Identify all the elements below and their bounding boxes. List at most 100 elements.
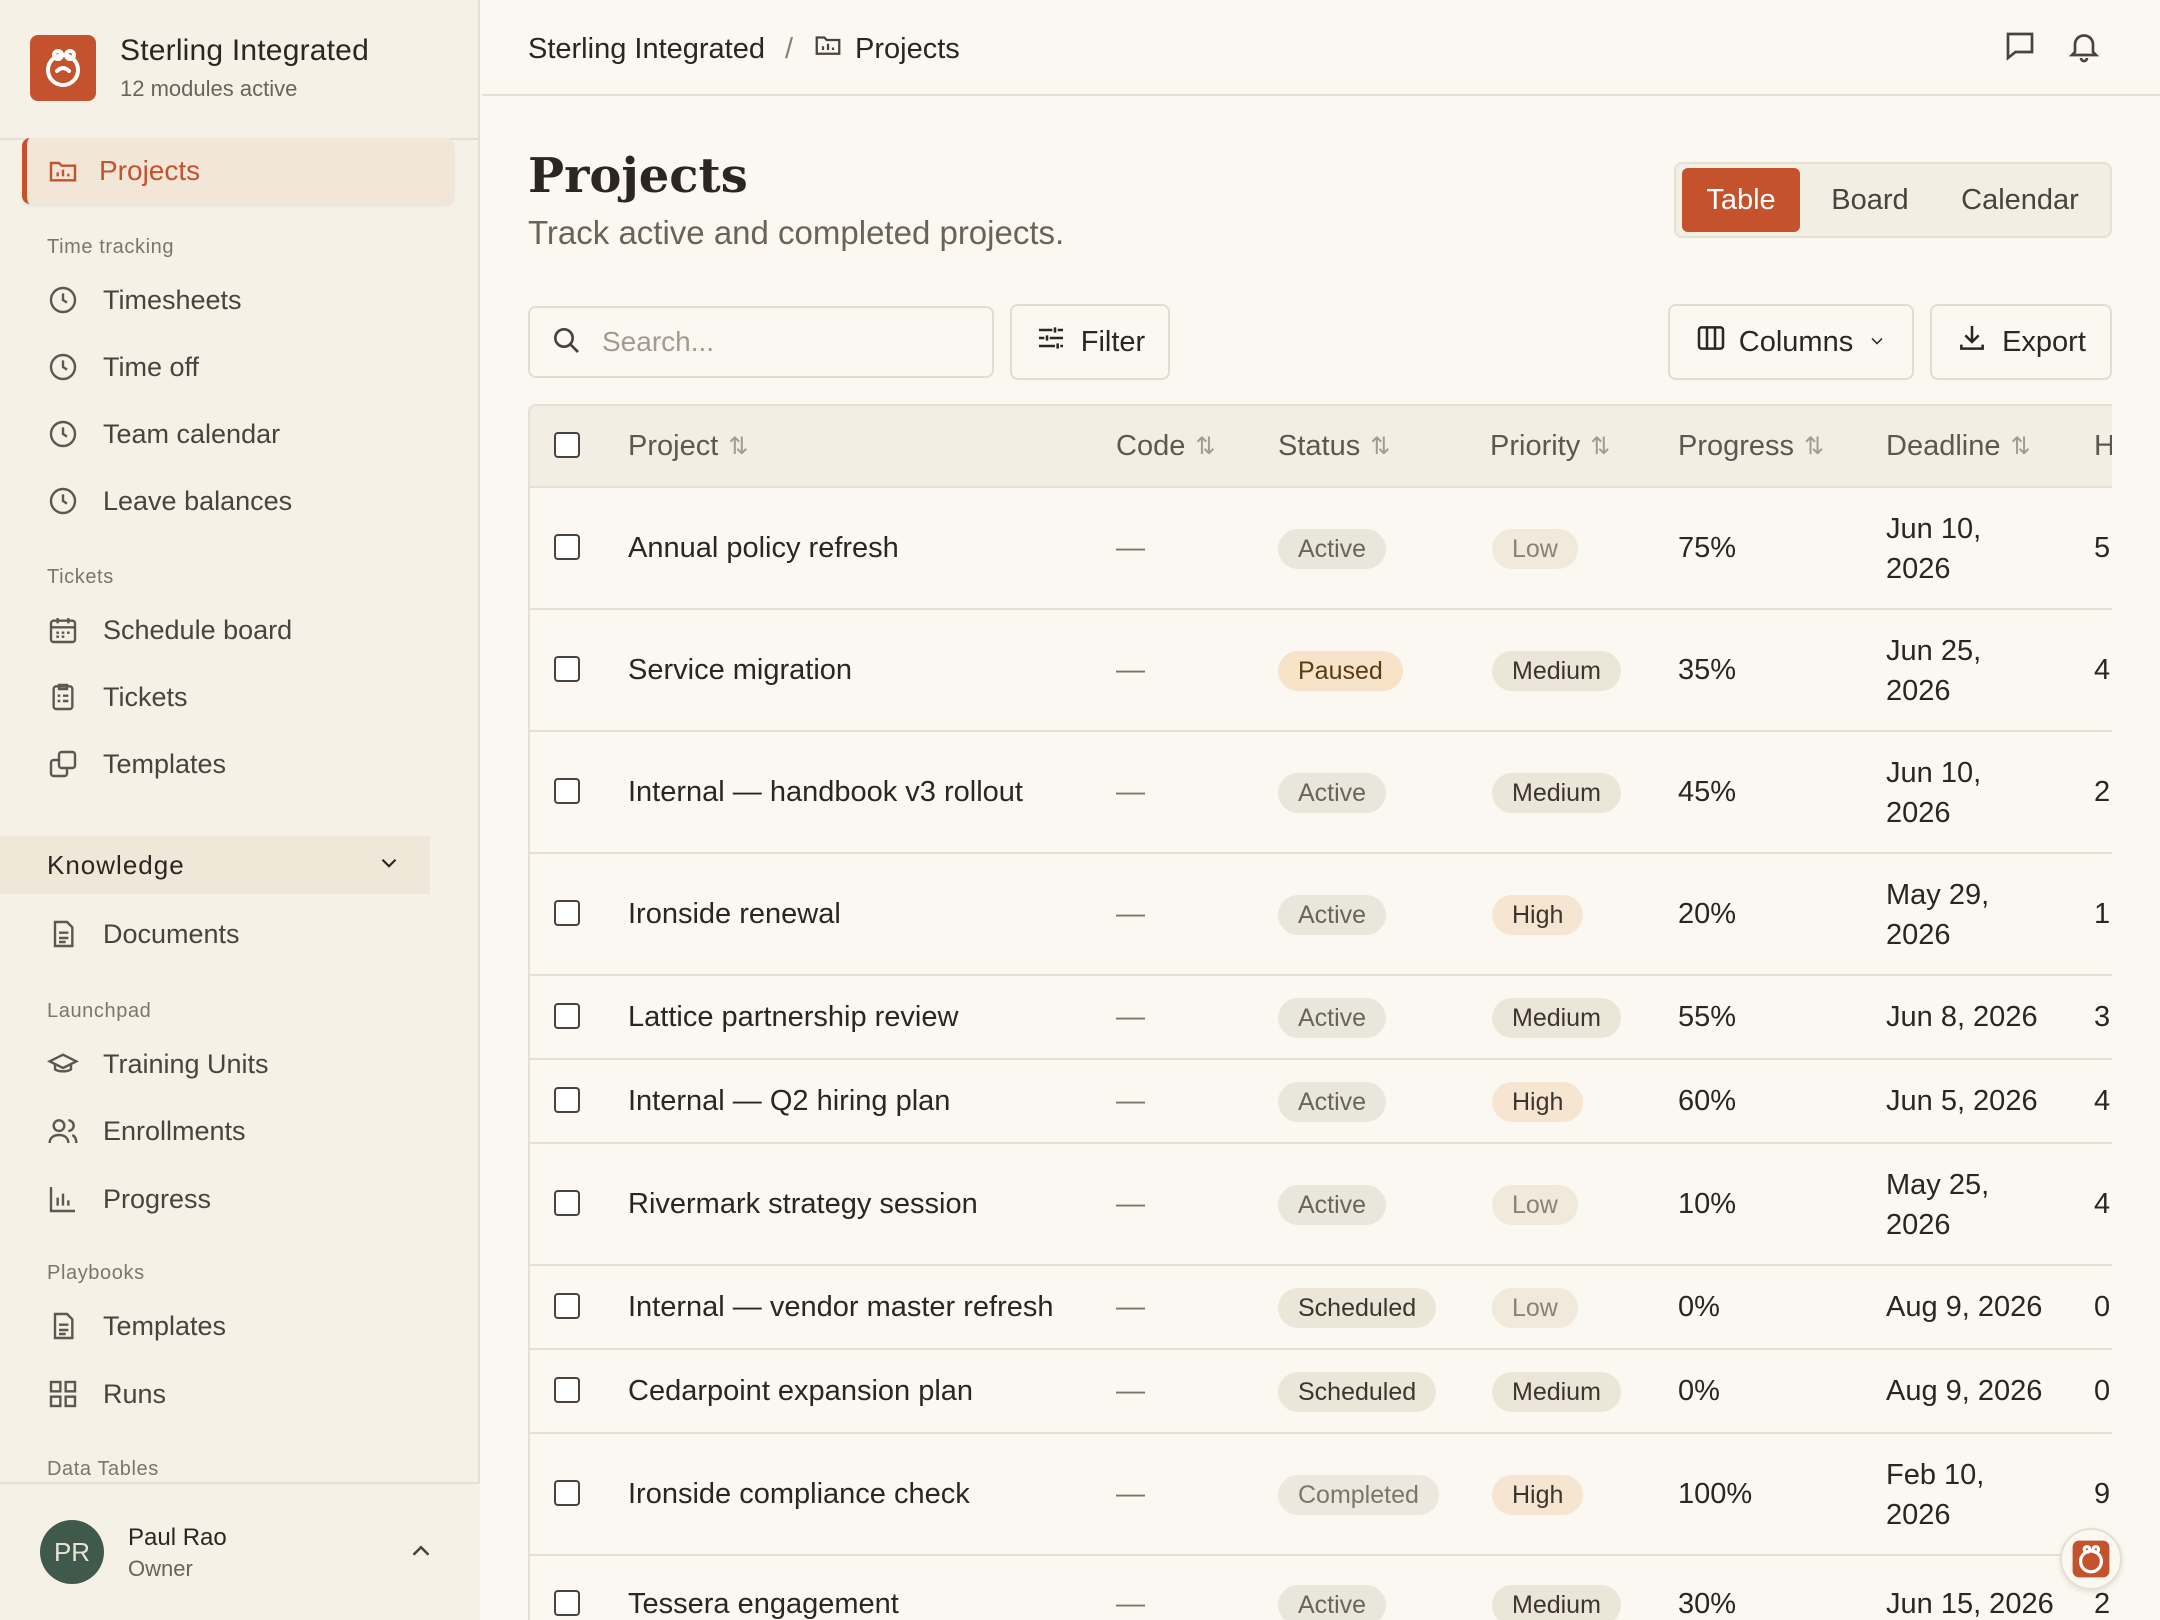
sidebar-item-time-off[interactable]: Time off bbox=[47, 347, 199, 387]
h-value: 9 bbox=[2094, 1478, 2111, 1510]
table-row[interactable]: Service migration — Paused Medium 35% Jun 25,… bbox=[530, 610, 2112, 732]
column-header-project[interactable]: Project ⇅ bbox=[628, 430, 748, 463]
priority-badge: Medium bbox=[1492, 1372, 1621, 1412]
project-name[interactable]: Internal — handbook v3 rollout bbox=[628, 776, 1023, 809]
message-icon[interactable] bbox=[2002, 28, 2038, 69]
column-header-code[interactable]: Code ⇅ bbox=[1116, 430, 1215, 463]
deadline-line: Jun 10, bbox=[1886, 757, 1982, 789]
column-header-status[interactable]: Status ⇅ bbox=[1278, 430, 1390, 463]
chevron-up-icon bbox=[406, 1536, 436, 1571]
sidebar-item-label: Team calendar bbox=[103, 418, 281, 449]
breadcrumb-root[interactable]: Sterling Integrated bbox=[528, 33, 765, 66]
view-board-button[interactable]: Board bbox=[1800, 168, 1940, 232]
row-checkbox[interactable] bbox=[554, 1087, 580, 1113]
columns-button[interactable]: Columns bbox=[1668, 304, 1914, 380]
table-row[interactable]: Internal — vendor master refresh — Schedul… bbox=[530, 1266, 2112, 1350]
sidebar-item-training-units[interactable]: Training Units bbox=[47, 1044, 269, 1084]
sort-icon: ⇅ bbox=[1804, 433, 1824, 460]
row-checkbox[interactable] bbox=[554, 1590, 580, 1616]
export-button[interactable]: Export bbox=[1930, 304, 2112, 380]
table-row[interactable]: Internal — Q2 hiring plan — Active High 60% J… bbox=[530, 1060, 2112, 1144]
row-checkbox[interactable] bbox=[554, 1480, 580, 1506]
sidebar-item-tickets[interactable]: Tickets bbox=[47, 677, 188, 717]
search-input[interactable]: Search... bbox=[528, 306, 994, 378]
project-name[interactable]: Internal — vendor master refresh bbox=[628, 1291, 1054, 1324]
table-row[interactable]: Rivermark strategy session — Active Low 10% M… bbox=[530, 1144, 2112, 1266]
filter-label: Filter bbox=[1080, 325, 1146, 358]
column-header-deadline[interactable]: Deadline ⇅ bbox=[1886, 430, 2031, 463]
sidebar-item-enrollments[interactable]: Enrollments bbox=[47, 1111, 246, 1151]
brand-subtitle: 12 modules active bbox=[120, 76, 298, 101]
table-row[interactable]: Cedarpoint expansion plan — Scheduled Mediu… bbox=[530, 1350, 2112, 1434]
sidebar-item-playbook-templates[interactable]: Templates bbox=[47, 1306, 226, 1346]
project-code: — bbox=[1116, 1085, 1145, 1117]
table-row[interactable]: Internal — handbook v3 rollout — Active Med… bbox=[530, 732, 2112, 854]
row-checkbox[interactable] bbox=[554, 1003, 580, 1029]
h-value: 3 bbox=[2094, 1001, 2111, 1033]
sidebar-item-team-calendar[interactable]: Team calendar bbox=[47, 414, 280, 454]
bell-icon[interactable] bbox=[2066, 28, 2102, 69]
project-name[interactable]: Service migration bbox=[628, 654, 852, 687]
h-value: 4 bbox=[2094, 654, 2111, 686]
deadline-line: Feb 10, bbox=[1886, 1459, 1985, 1491]
project-name[interactable]: Ironside renewal bbox=[628, 898, 841, 931]
view-calendar-button[interactable]: Calendar bbox=[1940, 168, 2100, 232]
progress-value: 30% bbox=[1678, 1588, 1737, 1620]
priority-badge: Medium bbox=[1492, 773, 1621, 813]
status-badge: Active bbox=[1278, 1185, 1387, 1225]
column-header-priority[interactable]: Priority ⇅ bbox=[1490, 430, 1610, 463]
sidebar-item-progress[interactable]: Progress bbox=[47, 1179, 211, 1219]
chevron-down-icon bbox=[376, 850, 402, 881]
sort-icon: ⇅ bbox=[2010, 433, 2030, 460]
deadline-line: May 25, bbox=[1886, 1169, 1990, 1201]
clock-icon bbox=[47, 418, 79, 450]
row-checkbox[interactable] bbox=[554, 656, 580, 682]
project-name[interactable]: Annual policy refresh bbox=[628, 532, 899, 565]
sidebar-item-documents[interactable]: Documents bbox=[47, 914, 240, 954]
row-checkbox[interactable] bbox=[554, 534, 580, 560]
sidebar-item-leave-balances[interactable]: Leave balances bbox=[47, 481, 292, 521]
sliders-icon bbox=[1035, 322, 1067, 362]
table-row[interactable]: Lattice partnership review — Active Medium 5… bbox=[530, 976, 2112, 1060]
assistant-launcher-icon[interactable] bbox=[2060, 1528, 2122, 1590]
sort-icon: ⇅ bbox=[1195, 433, 1215, 460]
sidebar-item-projects[interactable]: Projects bbox=[22, 138, 454, 204]
column-header-h[interactable]: H bbox=[2094, 430, 2112, 463]
select-all-checkbox[interactable] bbox=[554, 432, 580, 458]
knowledge-group-toggle[interactable]: Knowledge bbox=[0, 836, 430, 894]
column-header-progress[interactable]: Progress ⇅ bbox=[1678, 430, 1824, 463]
row-checkbox[interactable] bbox=[554, 778, 580, 804]
user-menu[interactable]: PR Paul Rao Owner bbox=[0, 1482, 480, 1620]
filter-button[interactable]: Filter bbox=[1010, 304, 1170, 380]
row-checkbox[interactable] bbox=[554, 1293, 580, 1319]
view-table-button[interactable]: Table bbox=[1682, 168, 1800, 232]
progress-value: 75% bbox=[1678, 532, 1737, 564]
project-name[interactable]: Rivermark strategy session bbox=[628, 1188, 978, 1221]
project-name[interactable]: Tessera engagement bbox=[628, 1588, 899, 1620]
sidebar-item-schedule-board[interactable]: Schedule board bbox=[47, 610, 292, 650]
projects-table: Project ⇅ Code ⇅ Status ⇅ Priority ⇅ Progres… bbox=[528, 404, 2112, 1620]
project-name[interactable]: Cedarpoint expansion plan bbox=[628, 1375, 973, 1408]
progress-value: 10% bbox=[1678, 1188, 1737, 1220]
project-name[interactable]: Internal — Q2 hiring plan bbox=[628, 1085, 950, 1118]
table-row[interactable]: Annual policy refresh — Active Low 75% Jun 10… bbox=[530, 488, 2112, 610]
h-value: 4 bbox=[2094, 1188, 2111, 1220]
view-toggle: Table Board Calendar bbox=[1674, 162, 2112, 238]
table-row[interactable]: Ironside compliance check — Completed High 1… bbox=[530, 1434, 2112, 1556]
table-row[interactable]: Ironside renewal — Active High 20% May 29, 202… bbox=[530, 854, 2112, 976]
priority-badge: High bbox=[1492, 895, 1584, 935]
row-checkbox[interactable] bbox=[554, 1190, 580, 1216]
brand[interactable]: Sterling Integrated 12 modules active bbox=[30, 34, 369, 102]
project-name[interactable]: Lattice partnership review bbox=[628, 1001, 958, 1034]
status-badge: Active bbox=[1278, 529, 1387, 569]
row-checkbox[interactable] bbox=[554, 1377, 580, 1403]
project-code: — bbox=[1116, 1588, 1145, 1620]
sidebar-item-runs[interactable]: Runs bbox=[47, 1374, 166, 1414]
h-value: 0 bbox=[2094, 1291, 2111, 1323]
row-checkbox[interactable] bbox=[554, 900, 580, 926]
calendar-icon bbox=[47, 614, 79, 646]
table-row[interactable]: Tessera engagement — Active Medium 30% Jun 15… bbox=[530, 1556, 2112, 1620]
project-name[interactable]: Ironside compliance check bbox=[628, 1478, 970, 1511]
sidebar-item-templates[interactable]: Templates bbox=[47, 744, 226, 784]
sidebar-item-timesheets[interactable]: Timesheets bbox=[47, 280, 242, 320]
